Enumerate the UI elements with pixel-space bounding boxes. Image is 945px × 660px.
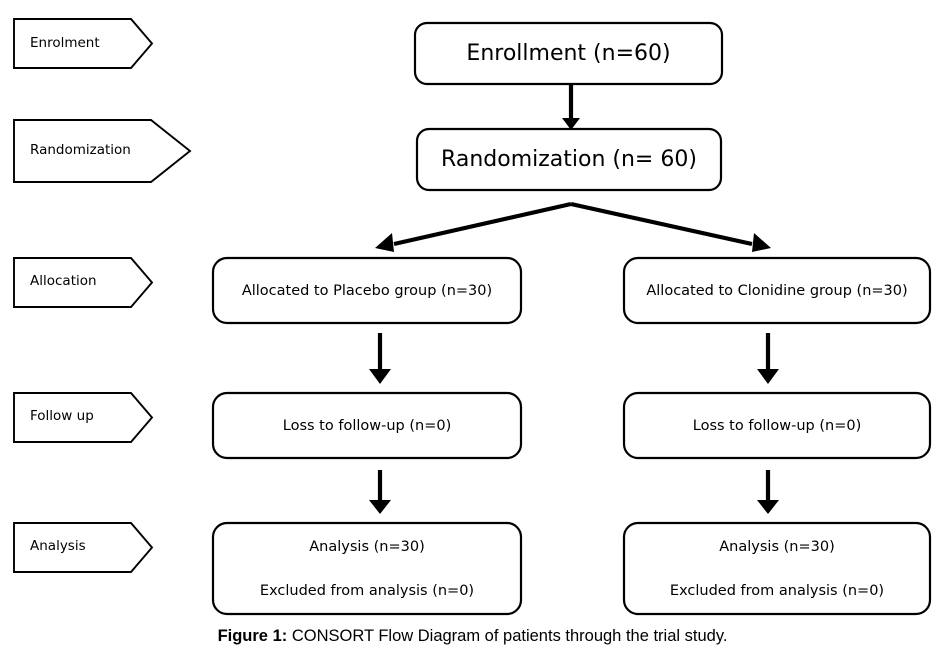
figure-caption-text: CONSORT Flow Diagram of patients through…	[287, 627, 728, 645]
arrow-followup-to-analysis-right	[757, 470, 779, 514]
node-text-analysis-left-line2: Excluded from analysis (n=0)	[259, 583, 475, 599]
arrow-allocation-to-followup-left	[369, 333, 391, 384]
stage-label-enrolment: Enrolment	[30, 35, 100, 51]
flow-diagram-canvas	[13, 18, 932, 616]
arrow-enrollment-to-randomization	[562, 84, 580, 130]
node-box-analysis-right	[622, 521, 932, 616]
node-text-analysis-left-line1: Analysis (n=30)	[309, 539, 425, 555]
arrow-allocation-to-followup-right	[757, 333, 779, 384]
node-text-analysis-right-line1: Analysis (n=30)	[719, 539, 835, 555]
stage-label-allocation: Allocation	[30, 273, 97, 289]
figure-caption-label: Figure 1:	[217, 627, 288, 645]
node-text-enrollment: Enrollment (n=60)	[466, 41, 671, 66]
arrow-followup-to-analysis-left	[369, 470, 391, 514]
node-text-followup-left: Loss to follow-up (n=0)	[282, 418, 452, 434]
arrow-randomization-split-right	[570, 201, 771, 252]
node-box-analysis-left	[211, 521, 523, 616]
arrow-randomization-split-left	[375, 201, 572, 252]
stage-label-follow-up: Follow up	[30, 408, 94, 424]
node-text-followup-right: Loss to follow-up (n=0)	[692, 418, 862, 434]
figure-caption: Figure 1: CONSORT Flow Diagram of patien…	[0, 627, 945, 646]
node-text-allocation-right: Allocated to Clonidine group (n=30)	[646, 283, 908, 299]
stage-label-randomization: Randomization	[30, 142, 131, 158]
node-text-randomization: Randomization (n= 60)	[441, 147, 697, 172]
node-text-allocation-left: Allocated to Placebo group (n=30)	[241, 283, 493, 299]
consort-flow-diagram: Enrolment Randomization Allocation Follo…	[0, 0, 945, 660]
stage-label-analysis: Analysis	[30, 538, 86, 554]
node-text-analysis-right-line2: Excluded from analysis (n=0)	[669, 583, 885, 599]
